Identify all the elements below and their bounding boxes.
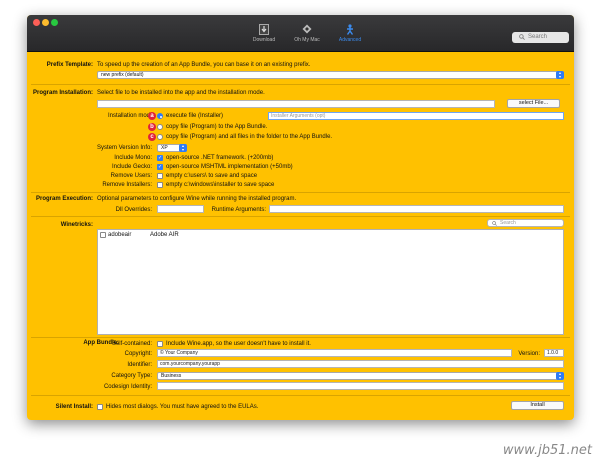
tools-icon xyxy=(302,24,312,34)
marker-b: b xyxy=(148,123,156,131)
zoom-window-button[interactable] xyxy=(51,19,58,26)
remove-installers-label: Remove Installers: xyxy=(102,182,152,188)
marker-a: a xyxy=(148,112,156,120)
category-type-value: Business xyxy=(161,373,182,379)
download-icon xyxy=(259,24,269,35)
identifier-label: Identifier: xyxy=(127,362,152,368)
remove-installers-checkbox[interactable] xyxy=(157,182,163,188)
watermark: www.jb51.net xyxy=(502,443,592,458)
divider xyxy=(31,84,570,85)
marker-c: c xyxy=(148,133,156,141)
select-file-label: select File... xyxy=(518,100,549,106)
select-arrows-icon: ▴ ▾ xyxy=(556,372,564,380)
divider xyxy=(31,395,570,396)
title-bar: Download Oh My Mac Advanced Search xyxy=(27,15,574,52)
search-icon xyxy=(519,34,525,40)
toolbar-download-button[interactable]: Download xyxy=(244,24,284,50)
toolbar-search-field[interactable]: Search xyxy=(512,32,569,43)
winetricks-label: Winetricks: xyxy=(60,222,93,228)
runtime-arguments-field[interactable] xyxy=(269,205,564,213)
toolbar-download-label: Download xyxy=(252,37,276,43)
remove-users-text: empty c:\users\ to save and space xyxy=(166,173,258,179)
advanced-icon xyxy=(346,24,354,35)
program-execution-label: Program Execution: xyxy=(35,196,93,202)
version-value: 1.0.0 xyxy=(547,350,559,356)
silent-install-label: Silent Install: xyxy=(55,404,93,410)
toolbar-advanced-button[interactable]: Advanced xyxy=(330,24,370,50)
select-arrows-icon: ▴ ▾ xyxy=(556,71,564,79)
version-label: Version: xyxy=(518,351,540,357)
silent-install-checkbox[interactable] xyxy=(97,404,103,410)
system-version-select[interactable]: XP ▴ ▾ xyxy=(157,144,187,152)
installation-mode-label: Installation mod xyxy=(107,113,150,119)
self-contained-label: Self-contained: xyxy=(111,341,152,347)
category-type-label: Category Type: xyxy=(111,373,152,379)
mode-copy-file-radio[interactable] xyxy=(157,124,163,130)
install-button[interactable]: Install xyxy=(511,401,564,410)
list-item[interactable]: adobeair Adobe AIR xyxy=(98,231,563,239)
select-file-button[interactable]: select File... xyxy=(507,99,560,108)
winetricks-item-name: adobeair xyxy=(108,232,132,238)
select-arrows-icon: ▴ ▾ xyxy=(179,144,187,152)
dll-overrides-field[interactable] xyxy=(157,205,204,213)
include-mono-text: open-source .NET framework. (+200mb) xyxy=(166,155,274,161)
minimize-window-button[interactable] xyxy=(42,19,49,26)
prefix-template-label: Prefix Template: xyxy=(46,62,93,68)
file-path-field[interactable] xyxy=(97,100,495,108)
runtime-arguments-label: Runtime Arguments: xyxy=(211,207,266,213)
close-window-button[interactable] xyxy=(33,19,40,26)
winetricks-item-description: Adobe AIR xyxy=(150,232,179,238)
category-type-select[interactable]: Business ▴ ▾ xyxy=(157,372,564,380)
mode-execute-radio[interactable] xyxy=(157,113,163,119)
copyright-label: Copyright: xyxy=(124,351,152,357)
mode-copy-file-label: copy file (Program) to the App Bundle. xyxy=(166,124,268,130)
self-contained-checkbox[interactable] xyxy=(157,341,163,347)
remove-users-label: Remove Users: xyxy=(110,173,152,179)
app-window: Download Oh My Mac Advanced Search Prefi… xyxy=(27,15,574,420)
identifier-value: com.yourcompany.yourapp xyxy=(160,361,220,367)
silent-install-text: Hides most dialogs. You must have agreed… xyxy=(106,404,259,410)
remove-installers-text: empty c:\windows\installer to save space xyxy=(166,182,275,188)
winetricks-search-field[interactable]: Search xyxy=(487,219,564,227)
mode-execute-label: execute file (Installer) xyxy=(166,113,224,119)
divider xyxy=(31,192,570,193)
mode-copy-folder-label: copy file (Program) and all files in the… xyxy=(166,134,333,140)
version-field[interactable]: 1.0.0 xyxy=(544,349,564,357)
mode-copy-folder-radio[interactable] xyxy=(157,134,163,140)
program-installation-label: Program Installation: xyxy=(32,90,93,96)
install-button-label: Install xyxy=(530,402,545,408)
include-mono-checkbox[interactable] xyxy=(157,155,163,161)
system-version-value: XP xyxy=(161,145,168,151)
copyright-field[interactable]: © Your Company xyxy=(157,349,512,357)
self-contained-text: Include Wine.app, so the user doesn't ha… xyxy=(166,341,311,347)
include-mono-label: Include Mono: xyxy=(114,155,152,161)
include-gecko-label: Include Gecko: xyxy=(111,164,152,170)
include-gecko-text: open-source MSHTML implementation (+50mb… xyxy=(166,164,293,170)
prefix-template-select[interactable]: new prefix (default) ▴ ▾ xyxy=(97,71,564,79)
winetricks-item-checkbox[interactable] xyxy=(100,232,106,238)
installer-arguments-placeholder: Installer Arguments (opt) xyxy=(271,113,326,119)
system-version-label: System Version Info: xyxy=(96,145,152,151)
prefix-template-description: To speed up the creation of an App Bundl… xyxy=(97,62,311,68)
toolbar-advanced-label: Advanced xyxy=(338,37,362,43)
codesign-identity-label: Codesign Identity: xyxy=(103,384,152,390)
program-installation-description: Select file to be installed into the app… xyxy=(97,90,265,96)
toolbar-ohmymac-label: Oh My Mac xyxy=(294,37,320,43)
copyright-value: © Your Company xyxy=(160,350,198,356)
search-icon xyxy=(492,221,497,226)
remove-users-checkbox[interactable] xyxy=(157,173,163,179)
dll-overrides-label: Dll Overrides: xyxy=(115,207,152,213)
winetricks-list[interactable]: adobeair Adobe AIR xyxy=(97,229,564,335)
toolbar-ohmymac-button[interactable]: Oh My Mac xyxy=(287,24,327,50)
program-execution-description: Optional parameters to configure Wine wh… xyxy=(97,196,297,202)
divider xyxy=(31,337,570,338)
identifier-field[interactable]: com.yourcompany.yourapp xyxy=(157,360,564,368)
winetricks-search-placeholder: Search xyxy=(500,220,516,226)
include-gecko-checkbox[interactable] xyxy=(157,164,163,170)
toolbar-search-placeholder: Search xyxy=(528,34,548,40)
installer-arguments-field[interactable]: Installer Arguments (opt) xyxy=(268,112,564,120)
divider xyxy=(31,216,570,217)
prefix-template-value: new prefix (default) xyxy=(101,72,144,78)
codesign-identity-field[interactable] xyxy=(157,382,564,390)
